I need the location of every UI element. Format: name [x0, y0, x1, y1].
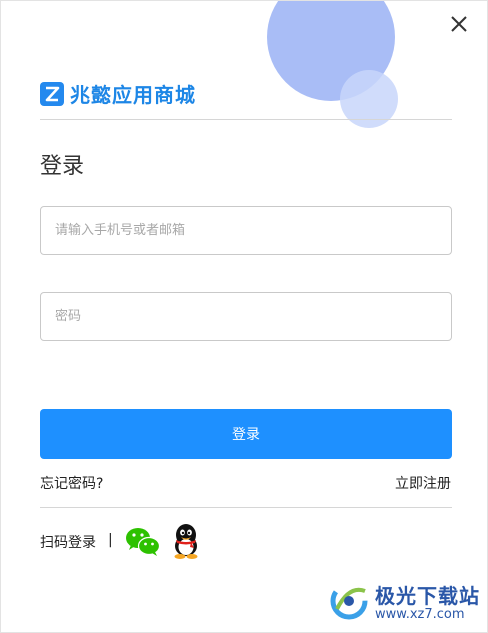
watermark-url: www.xz7.com [375, 607, 465, 622]
qq-icon[interactable] [171, 523, 201, 559]
brand-name: 兆懿应用商城 [70, 83, 196, 107]
watermark: 极光下载站 www.xz7.com [327, 579, 480, 623]
watermark-name: 极光下载站 [375, 584, 480, 608]
brand-logo-icon [40, 81, 64, 106]
separator: | [108, 532, 113, 548]
register-link[interactable]: 立即注册 [395, 473, 451, 493]
wechat-icon[interactable] [125, 527, 161, 557]
close-icon[interactable] [447, 12, 471, 36]
password-input[interactable] [40, 292, 452, 341]
phone-email-input[interactable] [40, 206, 452, 255]
page-title: 登录 [40, 154, 85, 179]
login-dialog: 兆懿应用商城 登录 登录 忘记密码? 立即注册 扫码登录 | [0, 0, 488, 633]
header-divider [40, 119, 452, 120]
forgot-password-link[interactable]: 忘记密码? [40, 473, 103, 493]
login-button[interactable]: 登录 [40, 409, 452, 459]
social-divider [40, 507, 452, 508]
qr-login-label: 扫码登录 [40, 535, 96, 551]
brand-header: 兆懿应用商城 [40, 79, 196, 108]
watermark-logo-icon [327, 579, 371, 623]
